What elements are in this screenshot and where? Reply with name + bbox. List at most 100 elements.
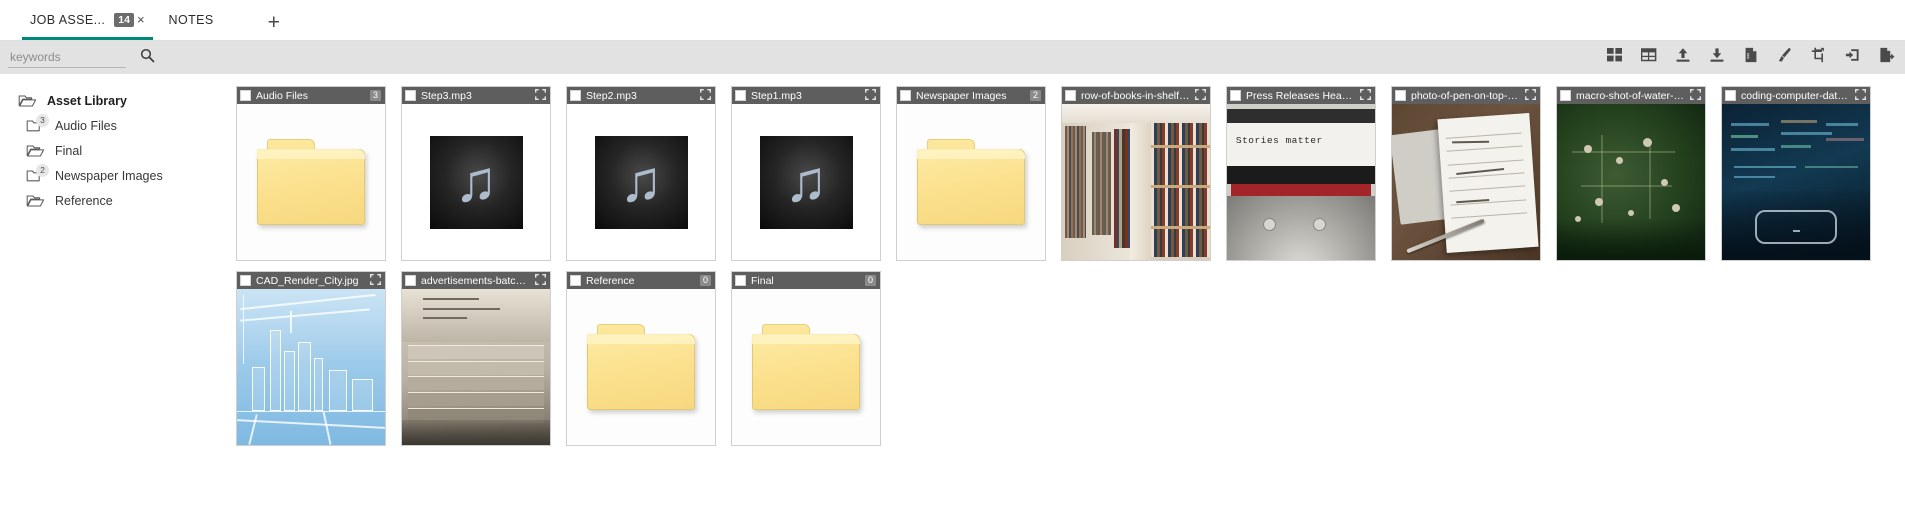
card-thumbnail bbox=[1392, 104, 1540, 260]
card-header: advertisements-batch-... bbox=[402, 272, 550, 289]
card-checkbox[interactable] bbox=[240, 90, 251, 101]
card-checkbox[interactable] bbox=[1560, 90, 1571, 101]
card-count-badge: 3 bbox=[369, 90, 381, 101]
expand-icon[interactable] bbox=[865, 87, 876, 105]
sidebar-item-reference[interactable]: Reference bbox=[0, 188, 236, 213]
card-checkbox[interactable] bbox=[1395, 90, 1406, 101]
tab-close-icon[interactable]: × bbox=[137, 13, 145, 26]
table-view-icon[interactable] bbox=[1640, 47, 1657, 68]
asset-card[interactable]: CAD_Render_City.jpg bbox=[236, 271, 386, 446]
asset-card[interactable]: row-of-books-in-shelf-... bbox=[1061, 86, 1211, 261]
card-thumbnail bbox=[897, 104, 1045, 260]
card-checkbox[interactable] bbox=[570, 275, 581, 286]
search-input[interactable] bbox=[8, 47, 126, 68]
asset-card[interactable]: Newspaper Images 2 bbox=[896, 86, 1046, 261]
crop-icon[interactable] bbox=[1811, 47, 1827, 68]
photo-thumbnail bbox=[1722, 104, 1870, 260]
expand-icon[interactable] bbox=[1360, 87, 1371, 105]
card-title: Step3.mp3 bbox=[421, 89, 472, 102]
card-thumbnail bbox=[402, 289, 550, 445]
card-checkbox[interactable] bbox=[240, 275, 251, 286]
card-count-badge: 0 bbox=[864, 275, 876, 286]
card-header: row-of-books-in-shelf-... bbox=[1062, 87, 1210, 104]
card-checkbox[interactable] bbox=[1065, 90, 1076, 101]
card-header: Step3.mp3 bbox=[402, 87, 550, 104]
folder-open-icon bbox=[26, 143, 45, 159]
card-thumbnail: Stories matter bbox=[1227, 104, 1375, 260]
asset-card[interactable]: Step3.mp3 ♫ bbox=[401, 86, 551, 261]
photo-thumbnail bbox=[1062, 104, 1210, 260]
expand-icon[interactable] bbox=[535, 272, 546, 290]
asset-card[interactable]: photo-of-pen-on-top-o... bbox=[1391, 86, 1541, 261]
card-header: Final 0 bbox=[732, 272, 880, 289]
card-thumbnail bbox=[237, 104, 385, 260]
card-header: CAD_Render_City.jpg bbox=[237, 272, 385, 289]
expand-icon[interactable] bbox=[535, 87, 546, 105]
card-checkbox[interactable] bbox=[405, 275, 416, 286]
folder-thumbnail-icon bbox=[732, 289, 880, 445]
card-title: row-of-books-in-shelf-... bbox=[1081, 89, 1190, 102]
asset-card[interactable]: advertisements-batch-... bbox=[401, 271, 551, 446]
expand-icon[interactable] bbox=[1855, 87, 1866, 105]
card-checkbox[interactable] bbox=[900, 90, 911, 101]
body-area: Asset Library 3 Audio Files Final 2 News… bbox=[0, 74, 1905, 508]
card-title: coding-computer-data... bbox=[1741, 89, 1850, 102]
sidebar-item-asset-library[interactable]: Asset Library bbox=[0, 88, 236, 113]
card-checkbox[interactable] bbox=[1230, 90, 1241, 101]
add-tab-button[interactable]: + bbox=[268, 12, 280, 33]
tab-job-assets[interactable]: JOB ASSE... 14 × bbox=[18, 0, 157, 40]
folder-icon: 3 bbox=[26, 113, 49, 134]
card-checkbox[interactable] bbox=[735, 275, 746, 286]
typewriter-text: Stories matter bbox=[1235, 135, 1323, 147]
tab-active-underline bbox=[22, 37, 153, 40]
card-checkbox[interactable] bbox=[405, 90, 416, 101]
asset-grid: Audio Files 3 Step3.mp3 ♫ Step2.mp3 ♫ St… bbox=[236, 74, 1905, 508]
sidebar-item-final[interactable]: Final bbox=[0, 138, 236, 163]
card-checkbox[interactable] bbox=[570, 90, 581, 101]
upload-icon[interactable] bbox=[1675, 47, 1691, 68]
brush-icon[interactable] bbox=[1777, 47, 1793, 68]
sidebar-item-audio-files[interactable]: 3 Audio Files bbox=[0, 113, 236, 138]
card-title: Reference bbox=[586, 274, 635, 287]
sidebar-item-newspaper-images[interactable]: 2 Newspaper Images bbox=[0, 163, 236, 188]
folder-thumbnail-icon bbox=[897, 104, 1045, 260]
asset-card[interactable]: Step2.mp3 ♫ bbox=[566, 86, 716, 261]
expand-icon[interactable] bbox=[1690, 87, 1701, 105]
card-header: Audio Files 3 bbox=[237, 87, 385, 104]
search-icon[interactable] bbox=[140, 48, 155, 68]
card-checkbox[interactable] bbox=[735, 90, 746, 101]
expand-icon[interactable] bbox=[1525, 87, 1536, 105]
card-checkbox[interactable] bbox=[1725, 90, 1736, 101]
card-header: macro-shot-of-water-d... bbox=[1557, 87, 1705, 104]
grid-view-icon[interactable] bbox=[1607, 47, 1623, 68]
asset-card[interactable]: Reference 0 bbox=[566, 271, 716, 446]
tab-notes-label: NOTES bbox=[168, 13, 214, 27]
card-header: coding-computer-data... bbox=[1722, 87, 1870, 104]
folder-thumbnail-icon bbox=[237, 104, 385, 260]
expand-icon[interactable] bbox=[1195, 87, 1206, 105]
export-icon[interactable] bbox=[1879, 47, 1895, 68]
import-icon[interactable] bbox=[1845, 47, 1861, 68]
asset-card[interactable]: Final 0 bbox=[731, 271, 881, 446]
asset-card[interactable]: Press Releases Heade... Stories matter bbox=[1226, 86, 1376, 261]
tab-job-assets-badge: 14 bbox=[114, 13, 134, 27]
folder-thumbnail-icon bbox=[567, 289, 715, 445]
card-thumbnail bbox=[1557, 104, 1705, 260]
document-icon[interactable] bbox=[1743, 47, 1759, 68]
asset-card[interactable]: Step1.mp3 ♫ bbox=[731, 86, 881, 261]
tab-notes[interactable]: NOTES bbox=[157, 0, 226, 40]
expand-icon[interactable] bbox=[370, 272, 381, 290]
sidebar-item-label: Newspaper Images bbox=[55, 168, 163, 183]
card-thumbnail bbox=[732, 289, 880, 445]
asset-card[interactable]: coding-computer-data... bbox=[1721, 86, 1871, 261]
music-note-icon: ♫ bbox=[619, 149, 663, 214]
card-thumbnail: ♫ bbox=[402, 104, 550, 260]
card-thumbnail bbox=[1062, 104, 1210, 260]
download-icon[interactable] bbox=[1709, 47, 1725, 68]
asset-card[interactable]: macro-shot-of-water-d... bbox=[1556, 86, 1706, 261]
asset-card[interactable]: Audio Files 3 bbox=[236, 86, 386, 261]
expand-icon[interactable] bbox=[700, 87, 711, 105]
photo-thumbnail bbox=[402, 289, 550, 445]
card-title: Press Releases Heade... bbox=[1246, 89, 1355, 102]
photo-thumbnail: Stories matter bbox=[1227, 104, 1375, 260]
